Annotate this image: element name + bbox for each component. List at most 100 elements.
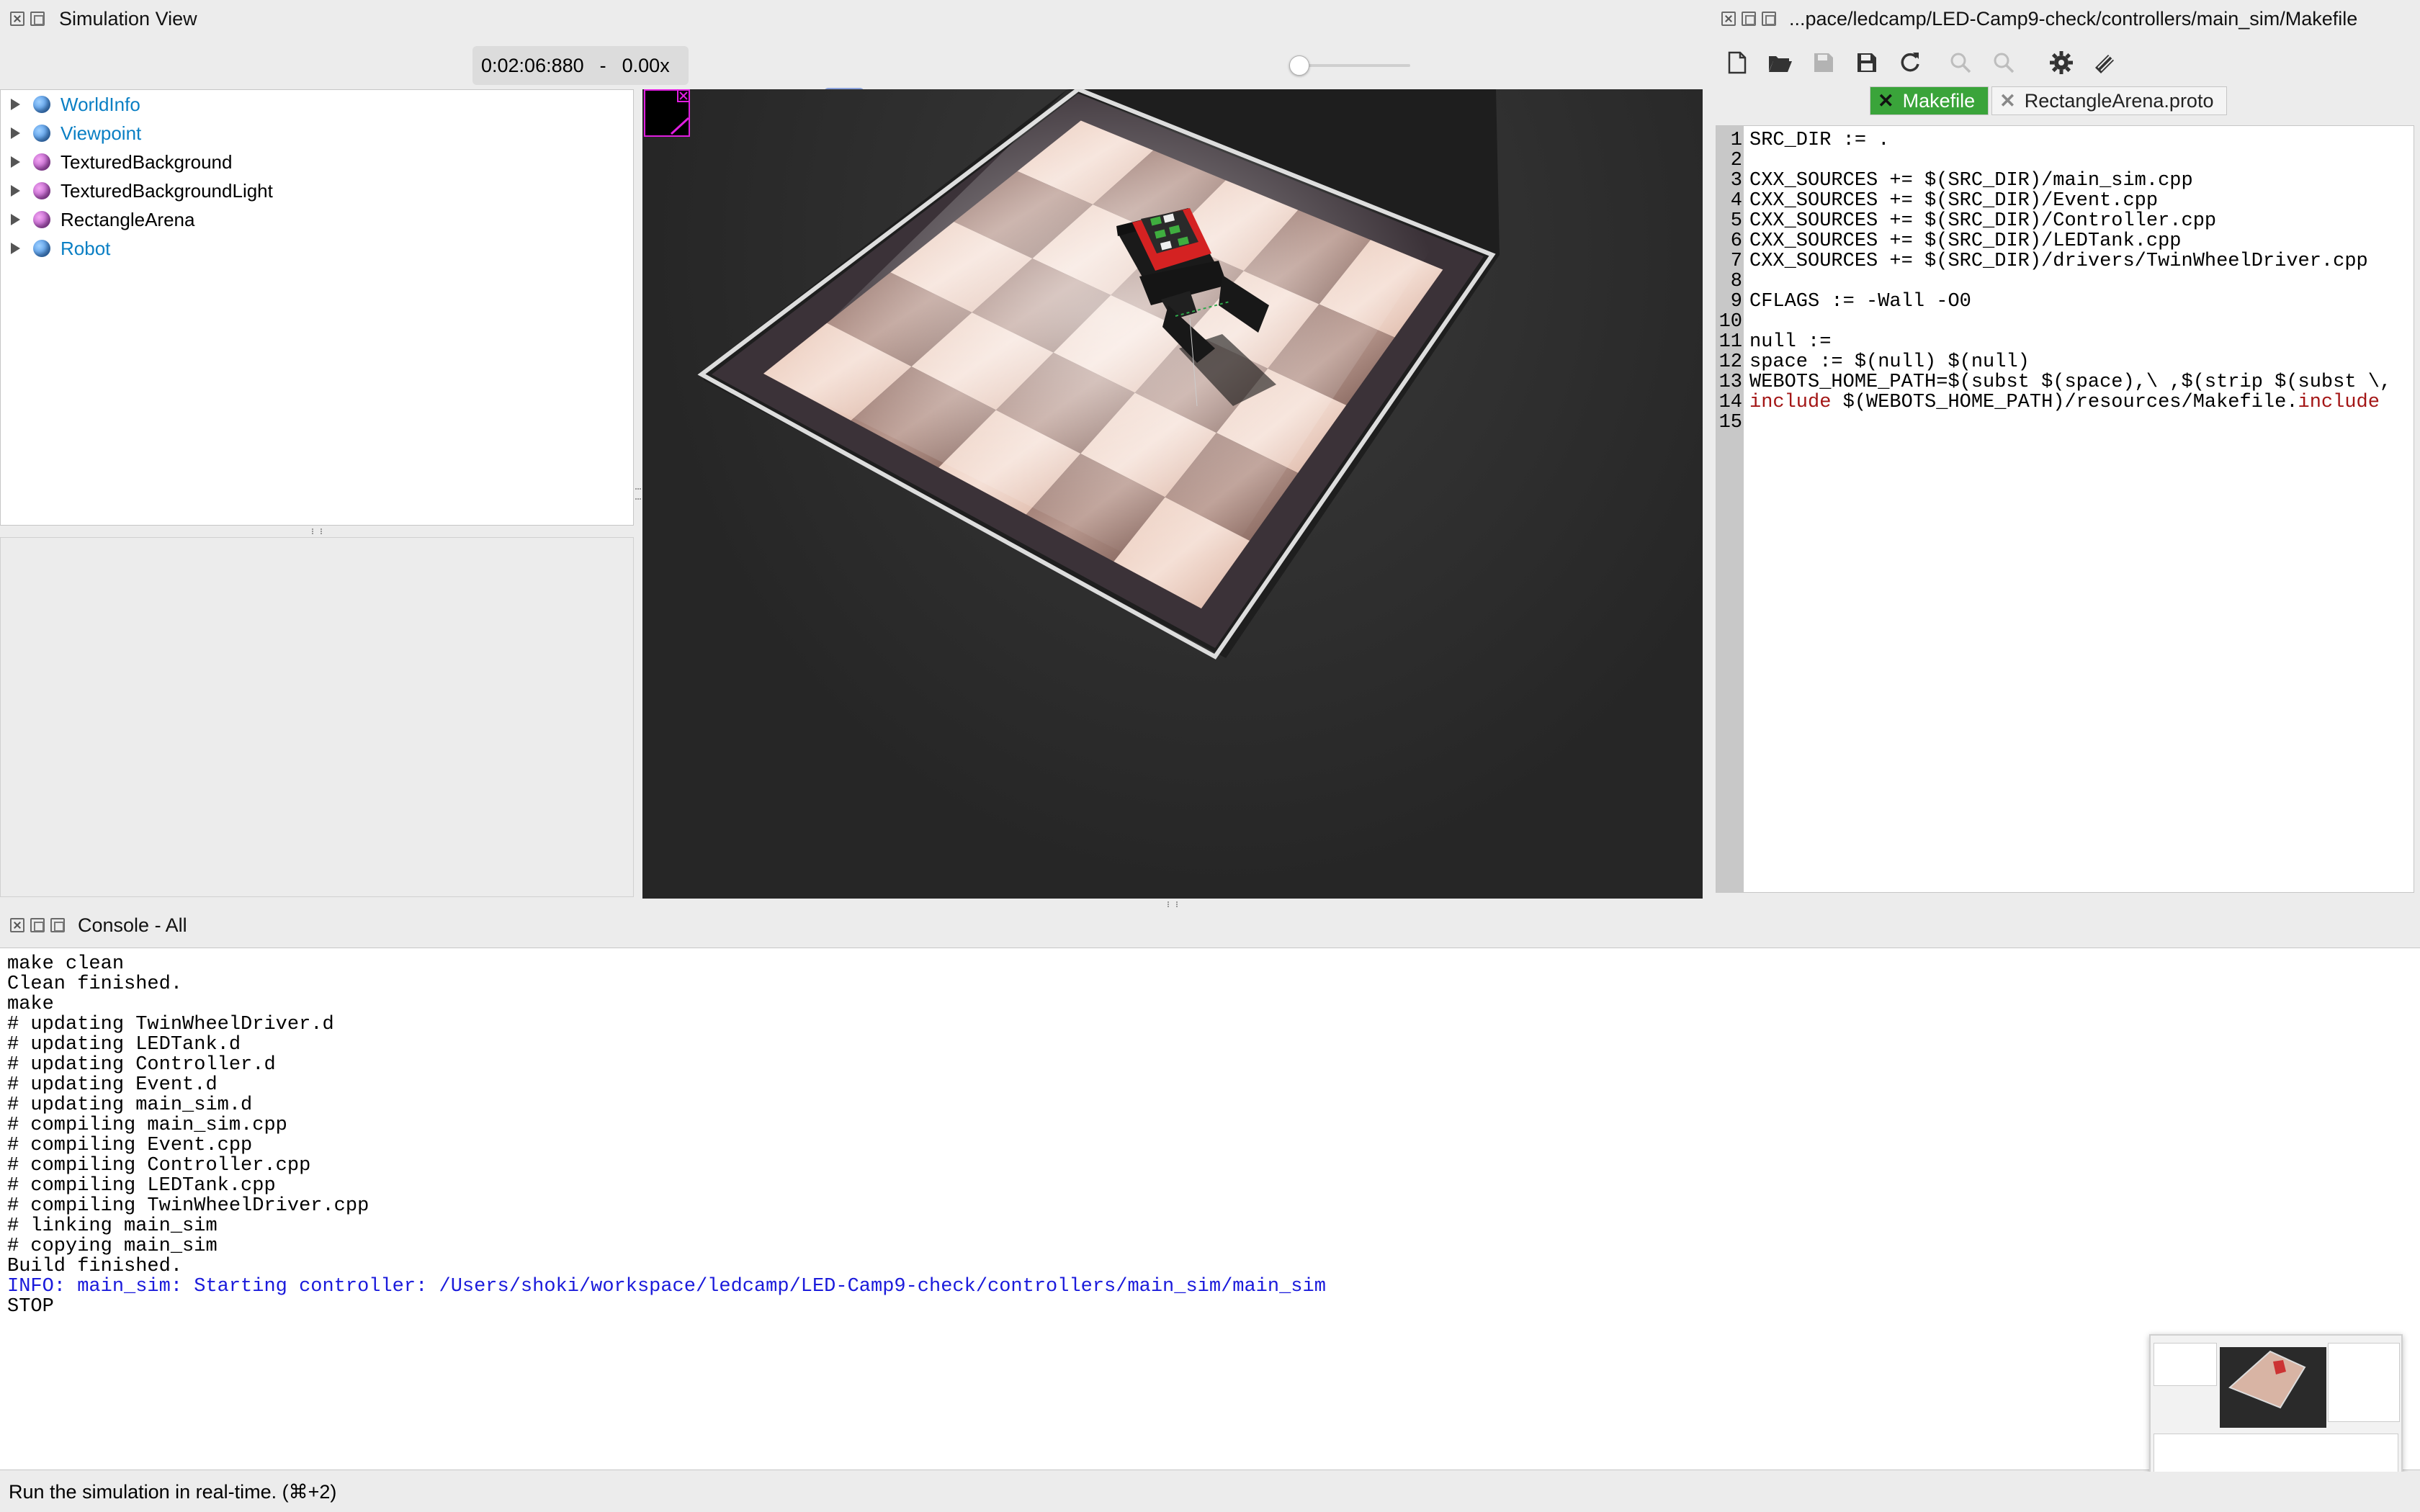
open-file-button[interactable] — [1760, 45, 1801, 81]
line-number: 15 — [1718, 412, 1742, 433]
editor-tab-makefile[interactable]: ✕ Makefile — [1870, 86, 1989, 115]
code-editor[interactable]: 1 2 3 4 5 6 7 8 9 10 11 12 13 14 15 SRC_DIR := . CXX_SO… — [1716, 125, 2414, 893]
scene-tree-splitter[interactable] — [0, 526, 634, 537]
expand-arrow-icon[interactable] — [11, 99, 20, 110]
text-editor-header: ...pace/ledcamp/LED-Camp9-check/controll… — [1721, 7, 2357, 30]
console-line: # compiling Event.cpp — [7, 1135, 253, 1156]
tree-item-label: TexturedBackground — [60, 150, 233, 173]
replace-button[interactable] — [1984, 45, 2024, 81]
code-line: null := — [1749, 331, 1832, 353]
console-line: # compiling TwinWheelDriver.cpp — [7, 1195, 369, 1217]
close-panel-icon[interactable] — [10, 12, 24, 26]
close-tab-icon[interactable]: ✕ — [1999, 90, 2016, 112]
revert-file-button[interactable] — [1890, 45, 1930, 81]
expand-arrow-icon[interactable] — [11, 127, 20, 139]
editor-tab-rectanglearena[interactable]: ✕ RectangleArena.proto — [1991, 86, 2228, 115]
tree-item-label: Robot — [60, 237, 111, 259]
float-panel-icon[interactable] — [30, 918, 45, 932]
code-line: CXX_SOURCES += $(SRC_DIR)/Event.cpp — [1749, 190, 2159, 212]
close-panel-icon[interactable] — [1721, 12, 1736, 26]
code-text[interactable]: SRC_DIR := . CXX_SOURCES += $(SRC_DIR)/ma… — [1744, 126, 2391, 892]
thumbnail-tree — [2154, 1343, 2217, 1386]
tree-item-texturedbackgroundlight[interactable]: TexturedBackgroundLight — [1, 176, 633, 205]
viewport-splitter[interactable] — [642, 899, 1703, 910]
3d-viewport[interactable] — [642, 89, 1703, 899]
open-file-icon — [1769, 56, 1792, 72]
save-file-button[interactable] — [1803, 45, 1844, 81]
expand-arrow-icon[interactable] — [11, 243, 20, 254]
tree-item-viewpoint[interactable]: Viewpoint — [1, 119, 633, 148]
code-line: SRC_DIR := . — [1749, 130, 1890, 151]
vertical-splitter[interactable] — [634, 89, 642, 899]
node-icon — [33, 153, 50, 171]
new-file-icon — [1728, 51, 1747, 74]
simulation-toolbar: 0:02:06:880 - 0.00x — [0, 40, 1440, 124]
search-replace-icon — [1994, 53, 2015, 73]
float-panel-icon[interactable] — [30, 12, 45, 26]
console-line: make clean — [7, 953, 125, 975]
line-number: 8 — [1730, 271, 1742, 292]
console-line: # linking main_sim — [7, 1215, 218, 1237]
line-number: 11 — [1718, 331, 1742, 353]
node-icon — [33, 125, 50, 142]
console-line: # compiling Controller.cpp — [7, 1155, 311, 1176]
simulation-clock: 0:02:06:880 - 0.00x — [472, 46, 689, 85]
code-line: CFLAGS := -Wall -O0 — [1749, 291, 1971, 312]
close-tab-icon[interactable]: ✕ — [1878, 90, 1894, 112]
simulation-view-header: Simulation View — [10, 7, 197, 30]
find-button[interactable] — [1940, 45, 1981, 81]
line-number-gutter: 1 2 3 4 5 6 7 8 9 10 11 12 13 14 15 — [1716, 126, 1744, 892]
expand-arrow-icon[interactable] — [11, 156, 20, 168]
build-button[interactable] — [2084, 45, 2125, 81]
code-line: space := $(null) $(null) — [1749, 351, 2030, 373]
console-line: # compiling main_sim.cpp — [7, 1115, 287, 1136]
expand-arrow-icon[interactable] — [11, 214, 20, 225]
console-line: # copying main_sim — [7, 1236, 218, 1257]
close-panel-icon[interactable] — [10, 918, 24, 932]
tree-item-label: TexturedBackgroundLight — [60, 179, 273, 202]
line-number: 3 — [1730, 170, 1742, 192]
maximize-panel-icon[interactable] — [1762, 12, 1776, 26]
maximize-panel-icon[interactable] — [50, 918, 65, 932]
expand-arrow-icon[interactable] — [11, 185, 20, 197]
console-line: Build finished. — [7, 1256, 183, 1277]
console-line: # updating LEDTank.d — [7, 1034, 241, 1056]
line-number: 4 — [1730, 190, 1742, 212]
thumbnail-editor — [2328, 1343, 2400, 1422]
gear-icon — [2050, 51, 2073, 74]
console-line: Clean finished. — [7, 973, 183, 995]
console-line: # updating Event.d — [7, 1074, 218, 1096]
new-file-button[interactable] — [1717, 45, 1757, 81]
tree-item-label: RectangleArena — [60, 208, 195, 230]
code-line: CXX_SOURCES += $(SRC_DIR)/LEDTank.cpp — [1749, 230, 2182, 252]
tree-item-robot[interactable]: Robot — [1, 234, 633, 263]
code-line: CXX_SOURCES += $(SRC_DIR)/drivers/TwinWh… — [1749, 251, 2368, 272]
arena-scene — [697, 89, 1500, 660]
tree-item-worldinfo[interactable]: WorldInfo — [1, 90, 633, 119]
viewpoint-overlay[interactable] — [644, 89, 690, 137]
save-all-button[interactable] — [1847, 45, 1887, 81]
simulation-speed: 0.00x — [622, 54, 670, 76]
volume-slider-handle[interactable] — [1289, 55, 1310, 76]
console-line: # updating TwinWheelDriver.d — [7, 1014, 334, 1035]
console-line: # compiling LEDTank.cpp — [7, 1175, 276, 1197]
float-panel-icon[interactable] — [1742, 12, 1756, 26]
preferences-button[interactable] — [2041, 45, 2081, 81]
console-output[interactable]: make clean Clean finished. make # updating … — [0, 948, 2420, 1495]
line-number: 12 — [1718, 351, 1742, 373]
volume-slider[interactable] — [1289, 55, 1410, 76]
tree-item-label: Viewpoint — [60, 122, 142, 144]
line-number: 14 — [1718, 392, 1742, 413]
tree-item-rectanglearena[interactable]: RectangleArena — [1, 205, 633, 234]
console-header: Console - All — [10, 913, 187, 937]
node-editor-panel — [0, 537, 634, 897]
code-line: include $(WEBOTS_HOME_PATH)/resources/Ma… — [1749, 392, 2380, 413]
tree-item-texturedbackground[interactable]: TexturedBackground — [1, 148, 633, 176]
status-text: Run the simulation in real-time. (⌘+2) — [9, 1480, 337, 1503]
node-icon — [33, 96, 50, 113]
console-line: INFO: main_sim: Starting controller: /Us… — [7, 1276, 1326, 1297]
node-icon — [33, 182, 50, 199]
